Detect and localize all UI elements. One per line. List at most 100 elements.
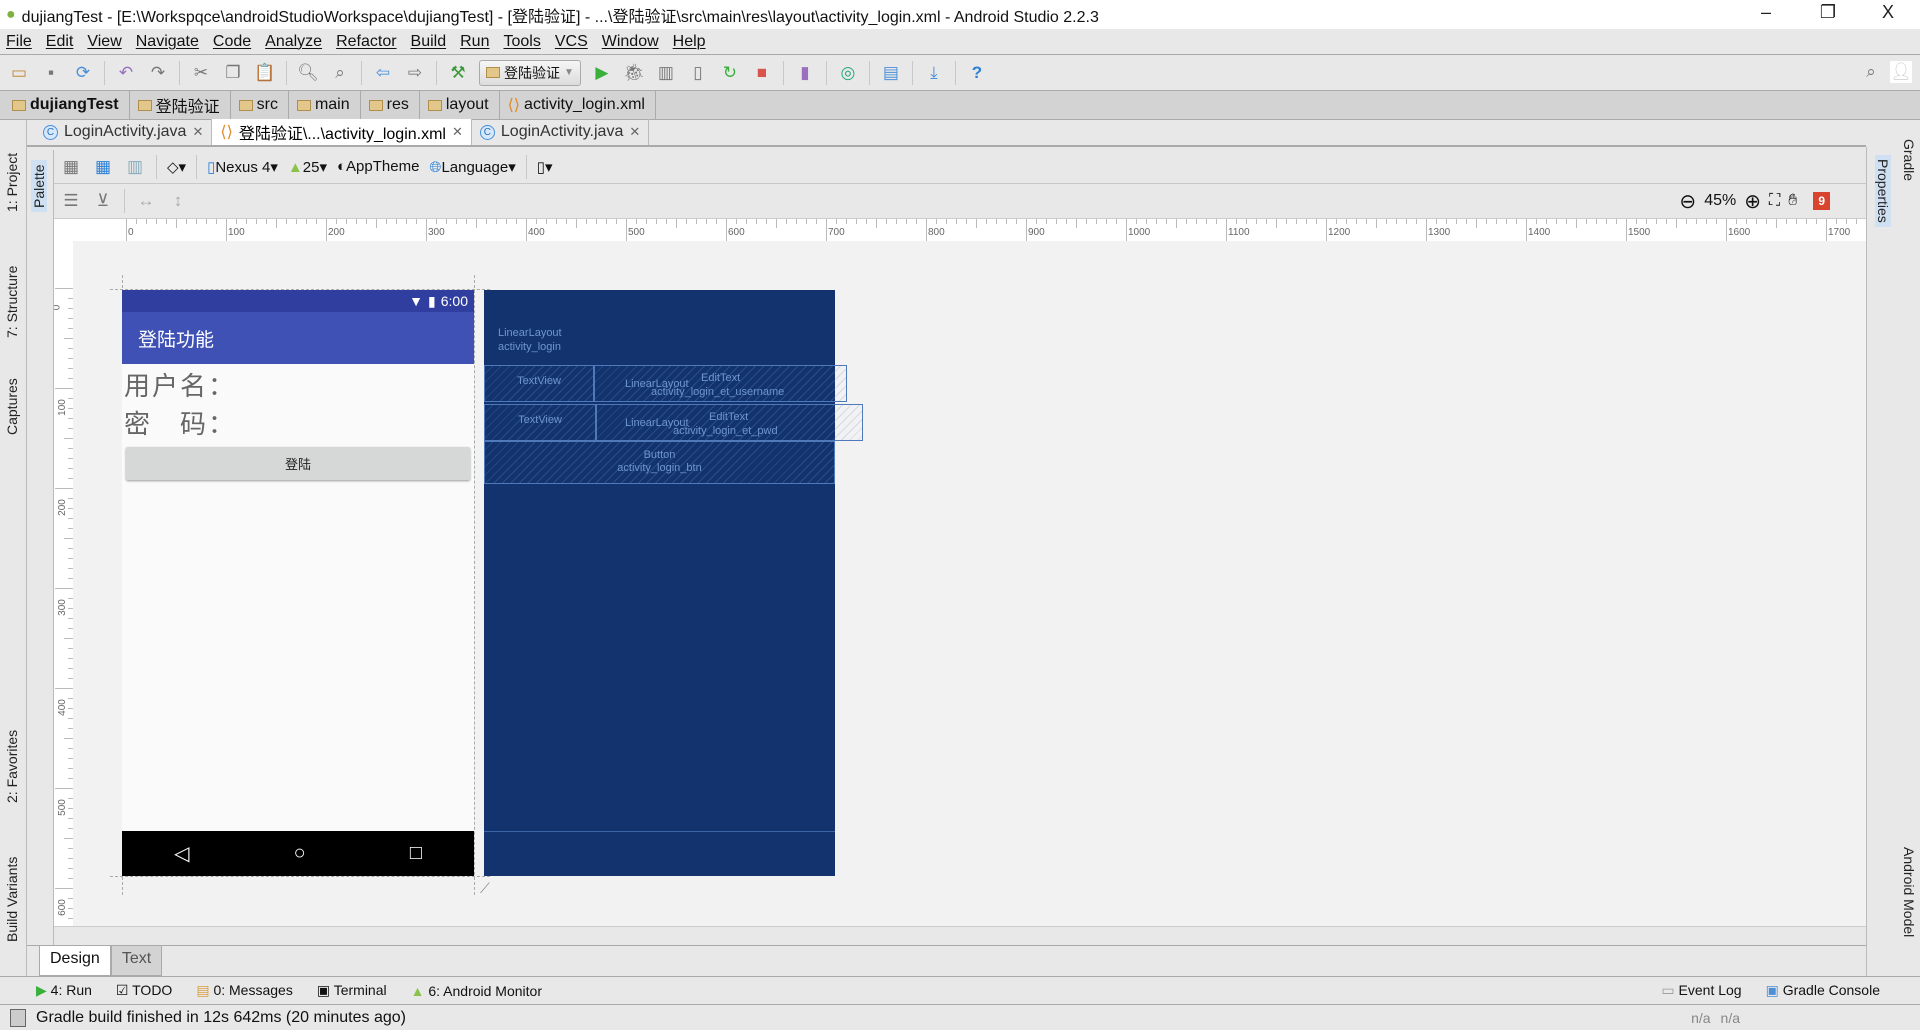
orientation-button[interactable]: ◇▾ xyxy=(167,158,186,176)
api-select[interactable]: ▲25▾ xyxy=(288,158,327,176)
run-icon[interactable]: ▶ xyxy=(591,62,613,84)
close-button[interactable]: X xyxy=(1868,2,1908,23)
tool-project[interactable]: 1: Project xyxy=(4,153,20,212)
tool-messages[interactable]: ▤ 0: Messages xyxy=(196,982,293,999)
open-folder-icon[interactable]: ▭ xyxy=(8,62,30,84)
save-icon[interactable]: ▪ xyxy=(40,62,62,84)
zoom-out-icon[interactable]: ⊖ xyxy=(1679,189,1696,214)
paste-icon[interactable]: 📋 xyxy=(254,62,276,84)
issues-badge[interactable]: 9 xyxy=(1813,192,1830,210)
tool-structure[interactable]: 7: Structure xyxy=(4,266,20,338)
tool-captures[interactable]: Captures xyxy=(4,378,20,435)
cut-icon[interactable]: ✂ xyxy=(190,62,212,84)
tool-build-variants[interactable]: Build Variants xyxy=(4,857,20,942)
menu-vcs[interactable]: VCS xyxy=(555,33,588,51)
tool-favorites[interactable]: 2: Favorites xyxy=(4,730,20,803)
textview-password[interactable]: TextView xyxy=(484,404,596,441)
replace-icon[interactable]: ⌕ xyxy=(329,62,351,84)
copy-icon[interactable]: ❐ xyxy=(222,62,244,84)
tool-event-log[interactable]: ▭ Event Log xyxy=(1661,982,1741,999)
apply-changes-icon[interactable]: ↻ xyxy=(719,62,741,84)
pan-hand-icon[interactable]: ✋︎ xyxy=(1788,192,1797,210)
breadcrumb-item[interactable]: src xyxy=(238,90,289,120)
stop-icon[interactable]: ■ xyxy=(751,62,773,84)
menu-edit[interactable]: Edit xyxy=(46,33,74,51)
tool-run[interactable]: ▶ 4: Run xyxy=(36,982,92,999)
help-icon[interactable]: ? xyxy=(966,62,988,84)
breadcrumb-item[interactable]: main xyxy=(296,90,361,120)
autoconnect-icon[interactable]: ⊻ xyxy=(92,190,114,212)
password-label[interactable]: 密 码： xyxy=(124,404,236,441)
menu-build[interactable]: Build xyxy=(411,33,447,51)
breadcrumb-item[interactable]: 登陆验证 xyxy=(137,90,231,120)
zoom-in-icon[interactable]: ⊕ xyxy=(1744,189,1761,214)
search-everywhere-icon[interactable]: ⌕ xyxy=(1860,61,1882,83)
design-preview[interactable]: ▼ ▮ 6:00 登陆功能 用户名： 密 码： 登陆 ◁ ○ □ xyxy=(122,290,474,876)
expand-horizontal-icon[interactable]: ↔ xyxy=(135,190,157,212)
tool-gradle[interactable]: Gradle xyxy=(1901,139,1917,181)
tab-activity-login-xml[interactable]: ⟨⟩ 登陆验证\...\activity_login.xml ✕ xyxy=(212,119,472,145)
avd-manager-icon[interactable]: ▮ xyxy=(794,62,816,84)
resize-handle-icon[interactable]: ⟋ xyxy=(480,880,490,897)
menu-view[interactable]: View xyxy=(87,33,121,51)
palette-tab[interactable]: Palette xyxy=(31,160,47,212)
tool-android-model[interactable]: Android Model xyxy=(1901,847,1917,937)
tool-android-monitor[interactable]: ▲ 6: Android Monitor xyxy=(411,983,542,999)
blueprint-preview[interactable]: LinearLayout activity_login TextView Line… xyxy=(484,290,863,876)
sync-gradle-icon[interactable]: ◎ xyxy=(837,62,859,84)
textview-username[interactable]: TextView xyxy=(484,365,594,402)
breadcrumb-item[interactable]: layout xyxy=(427,90,500,120)
find-icon[interactable]: 🔍︎ xyxy=(297,62,319,84)
menu-run[interactable]: Run xyxy=(460,33,489,51)
menu-help[interactable]: Help xyxy=(673,33,706,51)
breadcrumb-item[interactable]: dujiangTest xyxy=(12,90,130,120)
restore-button[interactable]: ❐ xyxy=(1808,2,1848,23)
expand-vertical-icon[interactable]: ↕ xyxy=(167,190,189,212)
status-toggle-icon[interactable] xyxy=(10,1008,26,1027)
tab-design[interactable]: Design xyxy=(39,946,111,976)
device-select[interactable]: ▯Nexus 4▾ xyxy=(207,158,278,176)
button-login-blueprint[interactable]: Button activity_login_btn xyxy=(484,441,835,484)
sdk-manager-icon[interactable]: ⤓ xyxy=(923,62,945,84)
tool-properties[interactable]: Properties xyxy=(1875,155,1891,227)
both-view-icon[interactable]: ▥ xyxy=(124,156,146,178)
design-view-icon[interactable]: ▦ xyxy=(60,156,82,178)
menu-analyze[interactable]: Analyze xyxy=(265,33,322,51)
breadcrumb-item[interactable]: res xyxy=(368,90,420,120)
edittext-username[interactable]: LinearLayout EditText activity_login_et_us… xyxy=(594,365,847,402)
make-project-icon[interactable]: ⚒ xyxy=(447,62,469,84)
redo-icon[interactable]: ↷ xyxy=(147,62,169,84)
status-message[interactable]: Gradle build finished in 12s 642ms (20 m… xyxy=(36,1009,406,1027)
tab-text[interactable]: Text xyxy=(110,946,163,976)
blueprint-view-icon[interactable]: ▦ xyxy=(92,156,114,178)
profile-icon[interactable]: ▥ xyxy=(655,62,677,84)
username-label[interactable]: 用户名： xyxy=(124,366,236,403)
menu-navigate[interactable]: Navigate xyxy=(136,33,199,51)
tool-todo[interactable]: ☑ TODO xyxy=(116,982,172,999)
menu-window[interactable]: Window xyxy=(602,33,659,51)
menu-refactor[interactable]: Refactor xyxy=(336,33,396,51)
attach-debugger-icon[interactable]: ▯ xyxy=(687,62,709,84)
root-layout-label[interactable]: LinearLayout activity_login xyxy=(498,326,562,354)
tab-loginactivity-java-2[interactable]: C LoginActivity.java ✕ xyxy=(472,119,650,145)
layout-variants-button[interactable]: ▯▾ xyxy=(537,158,553,176)
theme-select[interactable]: ◐AppTheme xyxy=(337,158,419,175)
tool-terminal[interactable]: ▣ Terminal xyxy=(317,982,387,999)
sync-icon[interactable]: ⟳ xyxy=(72,62,94,84)
debug-icon[interactable]: 🐞︎ xyxy=(623,62,645,84)
menu-file[interactable]: File xyxy=(6,33,32,51)
zoom-to-fit-icon[interactable]: ⛶ xyxy=(1769,192,1780,210)
login-button[interactable]: 登陆 xyxy=(126,447,470,480)
tool-gradle-console[interactable]: ▣ Gradle Console xyxy=(1766,982,1880,999)
breadcrumb-item[interactable]: ⟨⟩ activity_login.xml xyxy=(508,90,656,120)
edittext-password[interactable]: LinearLayout EditText activity_login_et_pw… xyxy=(596,404,863,441)
close-tab-icon[interactable]: ✕ xyxy=(629,124,640,140)
language-select[interactable]: 🌐︎Language▾ xyxy=(429,158,515,176)
run-configuration-select[interactable]: 登陆验证 ▼ xyxy=(479,59,581,86)
menu-code[interactable]: Code xyxy=(213,33,251,51)
minimize-button[interactable]: – xyxy=(1746,2,1786,23)
project-structure-icon[interactable]: ▤ xyxy=(880,62,902,84)
user-icon[interactable]: 👤︎ xyxy=(1890,61,1912,83)
show-constraints-icon[interactable]: ☰ xyxy=(60,190,82,212)
undo-icon[interactable]: ↶ xyxy=(115,62,137,84)
